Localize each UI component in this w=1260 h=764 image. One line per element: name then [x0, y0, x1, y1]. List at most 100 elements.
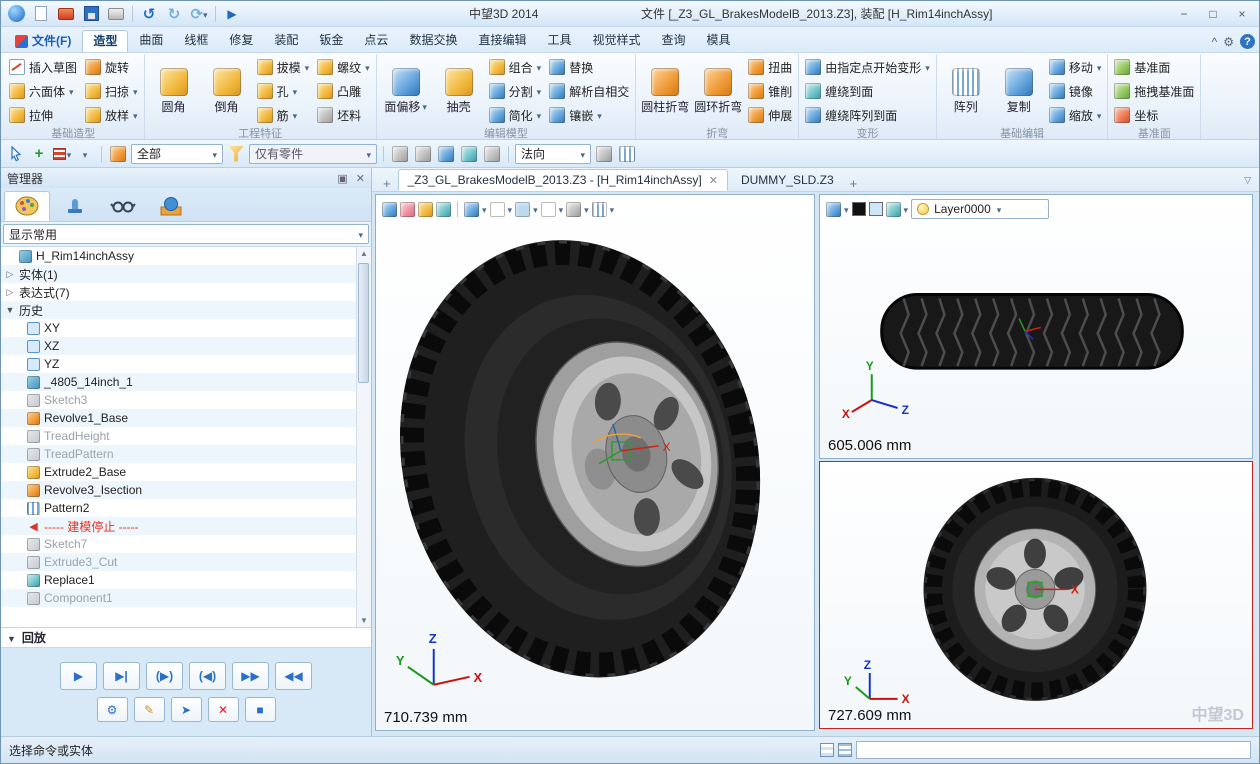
- tab-list-icon[interactable]: +: [380, 176, 394, 191]
- draft-button[interactable]: 拔模: [254, 55, 313, 79]
- list-view-icon[interactable]: [838, 743, 852, 757]
- insert-sketch-button[interactable]: 插入草图: [6, 55, 80, 79]
- tree-item[interactable]: _4805_14inch_1: [1, 373, 356, 391]
- tab-inquire[interactable]: 查询: [652, 30, 696, 52]
- box-button[interactable]: 六面体: [6, 79, 80, 103]
- scroll-up-icon[interactable]: ▲: [360, 249, 368, 258]
- stretch-button[interactable]: 伸展: [745, 103, 795, 127]
- view-mode-dropdown[interactable]: [826, 202, 841, 217]
- tree-item[interactable]: Sketch3: [1, 391, 356, 409]
- taper-button[interactable]: 锥削: [745, 79, 795, 103]
- tab-overflow-button[interactable]: ▽: [1244, 175, 1251, 191]
- revolve-button[interactable]: 旋转: [82, 55, 141, 79]
- replace-button[interactable]: 替换: [546, 55, 632, 79]
- tab-assembly[interactable]: 装配: [264, 30, 308, 52]
- grid-display-dropdown[interactable]: [592, 202, 607, 217]
- orientation-dropdown[interactable]: 法向: [515, 144, 591, 164]
- tab-tools[interactable]: 工具: [537, 30, 581, 52]
- entity-filter-dropdown[interactable]: 仅有零件: [249, 144, 377, 164]
- wireframe-mode-dropdown[interactable]: [490, 202, 505, 217]
- tree-item[interactable]: Extrude2_Base: [1, 463, 356, 481]
- replay-rewind-button[interactable]: ◀◀: [275, 662, 312, 690]
- undo-button[interactable]: ↺: [137, 3, 161, 25]
- new-document-tab-button[interactable]: +: [847, 176, 861, 191]
- extrude-button[interactable]: 拉伸: [6, 103, 80, 127]
- move-button[interactable]: 移动: [1046, 55, 1105, 79]
- scale-button[interactable]: 缩放: [1046, 103, 1105, 127]
- tire-model-front-view[interactable]: X Z Y X: [820, 462, 1252, 729]
- replay-edit-button[interactable]: ✎: [134, 697, 165, 722]
- replay-fast-forward-button[interactable]: ▶▶: [232, 662, 269, 690]
- collapse-ribbon-button[interactable]: ^: [1212, 35, 1218, 49]
- close-button[interactable]: ×: [1228, 4, 1256, 24]
- tire-assembly-model-3d[interactable]: X Z Y X: [376, 195, 814, 730]
- emboss-button[interactable]: 凸雕: [314, 79, 373, 103]
- tire-model-side-view[interactable]: Y X Z: [820, 195, 1252, 459]
- loft-button[interactable]: 放样: [82, 103, 141, 127]
- tree-item[interactable]: Sketch7: [1, 535, 356, 553]
- help-button[interactable]: ?: [1240, 34, 1255, 49]
- section-view-icon[interactable]: [418, 202, 433, 217]
- shell-button[interactable]: 抽壳: [433, 66, 485, 117]
- view-orientation-dropdown[interactable]: [566, 202, 581, 217]
- rotation-center-dropdown[interactable]: [541, 202, 556, 217]
- tab-file[interactable]: 文件(F): [5, 30, 81, 52]
- cylindrical-bend-button[interactable]: 圆柱折弯: [639, 66, 691, 117]
- edge-color-swatch[interactable]: [852, 202, 866, 216]
- manager-tab-assembly[interactable]: [52, 191, 98, 221]
- document-tab[interactable]: DUMMY_SLD.Z3: [732, 169, 843, 191]
- deform-by-point-button[interactable]: 由指定点开始变形: [802, 55, 933, 79]
- pick-polygon-button[interactable]: [413, 144, 433, 164]
- tree-item[interactable]: 历史: [1, 301, 356, 319]
- simplify-button[interactable]: 简化: [486, 103, 545, 127]
- add-selection-button[interactable]: +: [29, 144, 49, 164]
- wrap-to-face-button[interactable]: 缠绕到面: [802, 79, 933, 103]
- highlight-tool-button[interactable]: [108, 144, 128, 164]
- replay-solid-button[interactable]: ■: [245, 697, 276, 722]
- tab-point-cloud[interactable]: 点云: [354, 30, 398, 52]
- redo-button[interactable]: ↻: [162, 3, 186, 25]
- tree-item[interactable]: Revolve3_Isection: [1, 481, 356, 499]
- replay-play-button[interactable]: ▶: [60, 662, 97, 690]
- expand-arrow-icon[interactable]: [5, 269, 15, 280]
- tree-item[interactable]: XY: [1, 319, 356, 337]
- replay-settings-button[interactable]: ⚙: [97, 697, 128, 722]
- csys-button[interactable]: 坐标: [1111, 103, 1197, 127]
- app-menu-button[interactable]: [4, 3, 28, 25]
- tree-item[interactable]: H_Rim14inchAssy: [1, 247, 356, 265]
- stock-button[interactable]: 坯料: [314, 103, 373, 127]
- background-color-dropdown[interactable]: [515, 202, 530, 217]
- tree-item[interactable]: Replace1: [1, 571, 356, 589]
- tab-repair[interactable]: 修复: [219, 30, 263, 52]
- save-button[interactable]: [79, 3, 103, 25]
- shade-icon[interactable]: [436, 202, 451, 217]
- chamfer-button[interactable]: 倒角: [201, 66, 253, 117]
- thread-button[interactable]: 螺纹: [314, 55, 373, 79]
- replay-regen-back-button[interactable]: (◀): [189, 662, 226, 690]
- tab-wireframe[interactable]: 线框: [174, 30, 218, 52]
- replay-run-to-feature-button[interactable]: ➤: [171, 697, 202, 722]
- face-offset-button[interactable]: 面偏移: [380, 66, 432, 117]
- replay-delete-button[interactable]: ✕: [208, 697, 239, 722]
- resolve-self-intersection-button[interactable]: 解析自相交: [546, 79, 632, 103]
- tree-item[interactable]: Revolve1_Base: [1, 409, 356, 427]
- tab-shape[interactable]: 造型: [82, 30, 128, 52]
- twist-button[interactable]: 扭曲: [745, 55, 795, 79]
- document-tab-active[interactable]: _Z3_GL_BrakesModelB_2013.Z3 - [H_Rim14in…: [398, 169, 728, 191]
- drag-datum-plane-button[interactable]: 拖拽基准面: [1111, 79, 1197, 103]
- restore-button[interactable]: □: [1199, 4, 1227, 24]
- expand-arrow-icon[interactable]: [5, 287, 15, 298]
- snap-toggle-button[interactable]: [459, 144, 479, 164]
- tree-item[interactable]: 表达式(7): [1, 283, 356, 301]
- sweep-button[interactable]: 扫掠: [82, 79, 141, 103]
- close-tab-icon[interactable]: ✕: [709, 174, 718, 187]
- selection-options-button[interactable]: [75, 144, 95, 164]
- rib-button[interactable]: 筋: [254, 103, 313, 127]
- tree-item[interactable]: XZ: [1, 337, 356, 355]
- selection-list-button[interactable]: [52, 144, 72, 164]
- pattern-button[interactable]: 阵列: [940, 66, 992, 117]
- wrap-pattern-to-face-button[interactable]: 缠绕阵列到面: [802, 103, 933, 127]
- eraser-icon[interactable]: [400, 202, 415, 217]
- minimize-button[interactable]: −: [1170, 4, 1198, 24]
- tab-visual-style[interactable]: 视觉样式: [582, 30, 650, 52]
